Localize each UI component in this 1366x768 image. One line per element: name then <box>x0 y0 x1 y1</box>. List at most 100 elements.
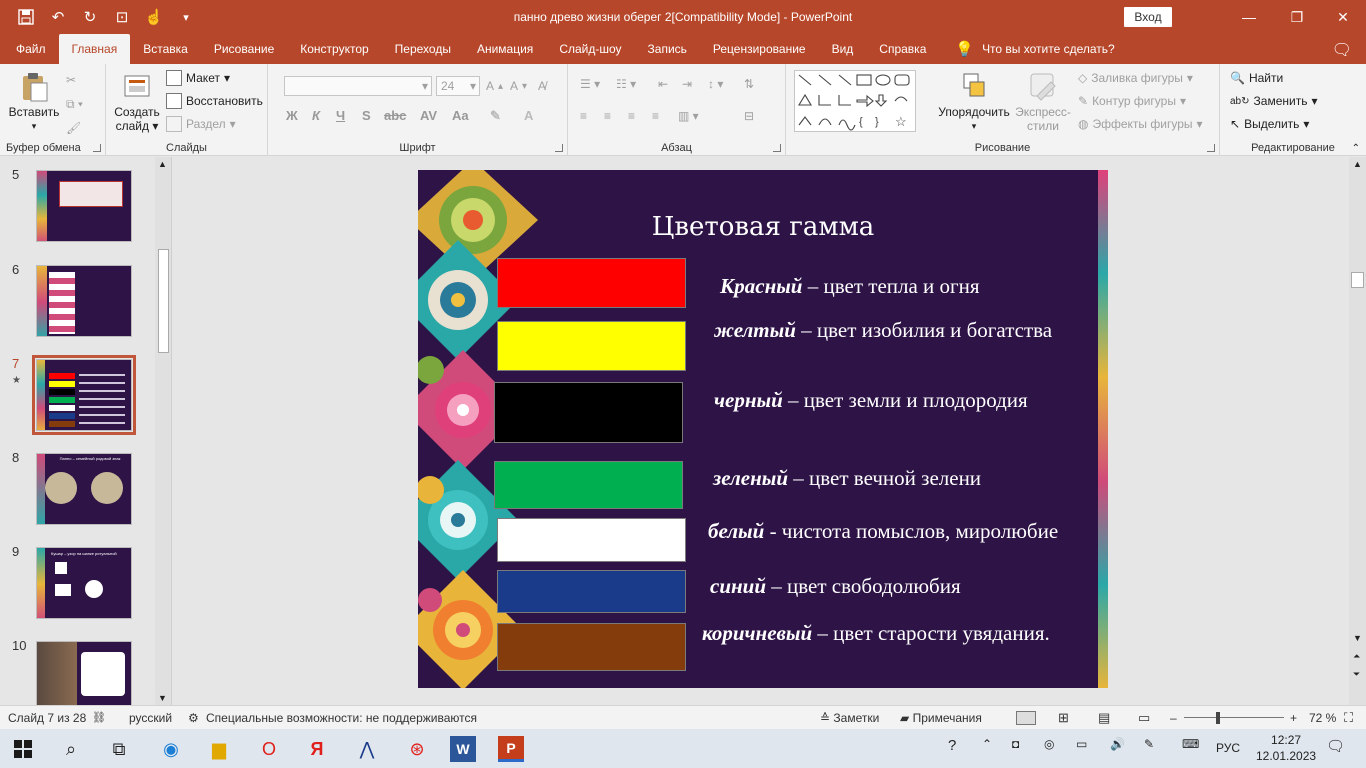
reset-button[interactable]: Восстановить <box>166 91 263 111</box>
caption-red[interactable]: Красный – цвет тепла и огня <box>720 274 980 299</box>
tab-insert[interactable]: Вставка <box>130 34 201 64</box>
tab-home[interactable]: Главная <box>58 34 131 64</box>
reading-view-icon[interactable]: ▤ <box>1098 710 1110 726</box>
sign-in-button[interactable]: Вход <box>1124 7 1172 27</box>
quick-styles-button[interactable]: Экспресс- стили <box>1012 70 1074 133</box>
caption-white[interactable]: белый - чистота помыслов, миролюбие <box>708 519 1058 544</box>
clear-format-icon[interactable]: A̸ <box>538 76 546 96</box>
tab-help[interactable]: Справка <box>866 34 939 64</box>
find-button[interactable]: 🔍 Найти <box>1230 68 1283 88</box>
camera-tray-icon[interactable]: ◎ <box>1044 737 1054 751</box>
copy-icon[interactable]: ⧉ ▾ <box>66 94 83 114</box>
caption-green[interactable]: зеленый – цвет вечной зелени <box>713 466 981 491</box>
slide-sorter-icon[interactable]: ⊞ <box>1058 710 1069 726</box>
shape-effects-button[interactable]: ◍ Эффекты фигуры ▾ <box>1078 114 1203 134</box>
caption-brown[interactable]: коричневый – цвет старости увядания. <box>702 621 1050 646</box>
windows-start-icon[interactable] <box>8 734 38 764</box>
font-size-combo[interactable]: 24 ▾ <box>436 76 480 96</box>
show-hidden-icons[interactable]: ⌃ <box>982 737 992 751</box>
normal-view-icon[interactable] <box>1016 710 1036 725</box>
scroll-down-icon[interactable]: ▼ <box>158 693 167 703</box>
color-swatch-black[interactable] <box>494 382 683 443</box>
tab-file[interactable]: Файл <box>0 34 59 64</box>
strikethrough-button[interactable]: abc <box>384 108 406 123</box>
network-tray-icon[interactable]: ▭ <box>1076 737 1087 751</box>
align-left-icon[interactable]: ≡ <box>580 106 587 126</box>
cut-icon[interactable]: ✂ <box>66 70 76 90</box>
pen-tray-icon[interactable]: ✎ <box>1144 737 1154 751</box>
zoom-slider-thumb[interactable] <box>1216 712 1220 724</box>
increase-font-icon[interactable]: A ▴ <box>486 76 503 96</box>
tab-transitions[interactable]: Переходы <box>382 34 464 64</box>
previous-slide-icon[interactable]: ⏶ <box>1353 651 1360 662</box>
volume-tray-icon[interactable]: 🔊 <box>1110 737 1125 751</box>
thumbnail-slide-10[interactable]: 10 <box>0 628 160 705</box>
shape-fill-button[interactable]: ◇ Заливка фигуры ▾ <box>1078 68 1193 88</box>
font-color-icon[interactable]: A <box>524 108 533 123</box>
paste-button[interactable]: Вставить ▾ <box>6 70 62 133</box>
input-language[interactable]: РУС <box>1216 741 1240 755</box>
scroll-down-icon[interactable]: ▼ <box>1353 633 1362 643</box>
bold-button[interactable]: Ж <box>286 108 298 123</box>
save-icon[interactable] <box>12 4 40 30</box>
thumbnail-slide-6[interactable]: 6 <box>0 252 160 337</box>
italic-button[interactable]: К <box>312 108 320 123</box>
fit-slide-icon[interactable]: ⛶ <box>1344 710 1353 726</box>
justify-icon[interactable]: ≡ <box>652 106 659 126</box>
yandex-browser-icon[interactable]: Я <box>302 734 332 764</box>
zoom-level[interactable]: 72 % <box>1309 711 1336 725</box>
drawing-launcher-icon[interactable] <box>1207 144 1215 152</box>
accessibility-status[interactable]: Специальные возможности: не поддерживают… <box>206 711 477 725</box>
align-center-icon[interactable]: ≡ <box>604 106 611 126</box>
align-right-icon[interactable]: ≡ <box>628 106 635 126</box>
caption-yellow[interactable]: желтый – цвет изобилия и богатства <box>714 318 1052 343</box>
touch-mode-icon[interactable]: ☝ <box>140 4 168 30</box>
color-swatch-green[interactable] <box>494 461 683 509</box>
close-button[interactable]: ✕ <box>1320 0 1366 34</box>
redo-icon[interactable]: ↻ <box>76 4 104 30</box>
bullets-icon[interactable]: ☰ ▾ <box>580 74 600 94</box>
tell-me-box[interactable]: 💡 Что вы хотите сделать? <box>955 34 1114 64</box>
shadow-button[interactable]: S <box>362 108 371 123</box>
language-indicator[interactable]: русский <box>129 711 172 725</box>
tab-design[interactable]: Конструктор <box>287 34 381 64</box>
arrange-button[interactable]: Упорядочить ▾ <box>936 70 1012 133</box>
scroll-up-icon[interactable]: ▲ <box>1353 159 1362 169</box>
text-direction-icon[interactable]: ⇅ <box>744 74 754 94</box>
color-swatch-blue[interactable] <box>497 570 686 613</box>
powerpoint-icon[interactable]: P <box>498 736 524 762</box>
thumbnail-slide-5[interactable]: 5 <box>0 157 160 242</box>
opera-icon[interactable]: O <box>254 734 284 764</box>
change-case-icon[interactable]: Aa <box>452 108 469 123</box>
keyboard-tray-icon[interactable]: ⌨ <box>1182 737 1199 751</box>
numbering-icon[interactable]: ☷ ▾ <box>616 74 636 94</box>
file-explorer-icon[interactable]: ▆ <box>204 734 234 764</box>
scroll-up-icon[interactable]: ▲ <box>158 159 167 169</box>
char-spacing-icon[interactable]: AV <box>420 108 437 123</box>
tab-record[interactable]: Запись <box>635 34 700 64</box>
tab-animations[interactable]: Анимация <box>464 34 546 64</box>
font-launcher-icon[interactable] <box>555 144 563 152</box>
clipboard-launcher-icon[interactable] <box>93 144 101 152</box>
zoom-in-button[interactable]: + <box>1290 711 1297 725</box>
zoom-slider[interactable] <box>1184 717 1284 718</box>
customize-qat-icon[interactable]: ▾ <box>172 4 200 30</box>
collapse-ribbon-icon[interactable]: ⌃ <box>1352 143 1360 154</box>
format-painter-icon[interactable]: 🖌 <box>66 118 81 138</box>
tab-slideshow[interactable]: Слайд-шоу <box>546 34 634 64</box>
word-icon[interactable]: W <box>450 736 476 762</box>
antivirus-tray-icon[interactable]: ◘ <box>1012 737 1019 751</box>
scrollbar-thumb[interactable] <box>1351 272 1364 288</box>
increase-indent-icon[interactable]: ⇥ <box>682 74 692 94</box>
thumbnail-slide-8[interactable]: 8 Панно – семейный родовой знак <box>0 440 160 525</box>
select-button[interactable]: ↖ Выделить ▾ <box>1230 114 1309 134</box>
underline-button[interactable]: Ч <box>336 108 345 123</box>
decrease-indent-icon[interactable]: ⇤ <box>658 74 668 94</box>
color-swatch-white[interactable] <box>497 518 686 562</box>
undo-icon[interactable]: ↶ <box>44 4 72 30</box>
tab-review[interactable]: Рецензирование <box>700 34 819 64</box>
line-spacing-icon[interactable]: ↕ ▾ <box>708 74 723 94</box>
notifications-icon[interactable]: 🗨 <box>1326 737 1345 755</box>
shapes-gallery[interactable]: {} ☆ <box>794 70 916 132</box>
layout-button[interactable]: Макет ▾ <box>166 68 230 88</box>
